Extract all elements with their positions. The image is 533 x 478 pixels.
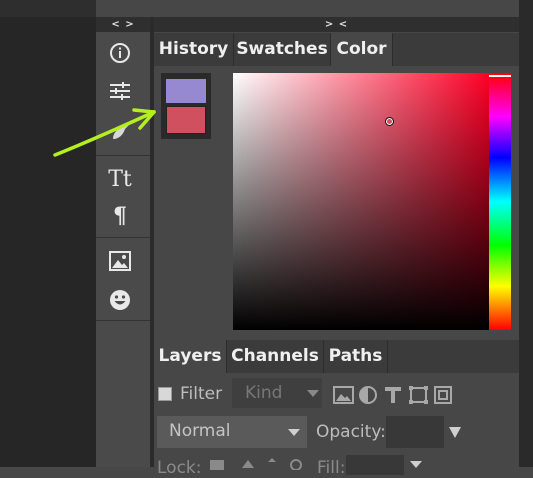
lock-artboard-icon[interactable] bbox=[268, 458, 276, 462]
layers-panel-tabbar: Layers Channels Paths bbox=[154, 340, 519, 373]
canvas-area bbox=[0, 0, 96, 467]
color-picker-cursor[interactable] bbox=[385, 117, 394, 126]
background-color-swatch[interactable] bbox=[166, 106, 206, 134]
lock-pixels-icon[interactable] bbox=[210, 460, 224, 470]
annotation-arrow bbox=[53, 108, 156, 157]
blend-mode-value: Normal bbox=[169, 421, 231, 441]
fill-label: Fill: bbox=[317, 458, 346, 478]
image-filter-icon[interactable] bbox=[333, 386, 354, 404]
fill-input[interactable] bbox=[346, 455, 404, 475]
toolbar-divider bbox=[96, 237, 150, 238]
tab-paths[interactable]: Paths bbox=[324, 340, 388, 373]
info-icon bbox=[110, 43, 130, 63]
smart-object-filter-icon[interactable] bbox=[434, 386, 452, 404]
text-tool[interactable]: Tt bbox=[96, 161, 144, 197]
info-tool[interactable] bbox=[96, 35, 144, 71]
lock-label: Lock: bbox=[157, 458, 202, 478]
blend-mode-select[interactable]: Normal bbox=[157, 416, 307, 448]
image-icon bbox=[109, 251, 131, 271]
paragraph-icon: ¶ bbox=[113, 203, 127, 229]
panel-collapse-button[interactable]: > < bbox=[154, 17, 519, 32]
paragraph-tool[interactable]: ¶ bbox=[96, 198, 144, 234]
text-icon: Tt bbox=[108, 166, 132, 192]
chevron-down-icon bbox=[307, 390, 319, 397]
hue-slider-marker[interactable] bbox=[489, 75, 511, 77]
foreground-color-swatch[interactable] bbox=[166, 79, 206, 103]
opacity-label: Opacity: bbox=[316, 422, 386, 442]
layer-filter-icons bbox=[333, 386, 452, 404]
tab-history[interactable]: History bbox=[154, 33, 234, 66]
adjustment-filter-icon[interactable] bbox=[359, 386, 377, 404]
sv-black-layer bbox=[233, 73, 489, 330]
tab-swatches[interactable]: Swatches bbox=[234, 33, 331, 66]
kind-select[interactable]: Kind bbox=[232, 378, 322, 408]
opacity-dropdown-icon[interactable] bbox=[449, 427, 461, 438]
tab-channels[interactable]: Channels bbox=[227, 340, 324, 373]
lock-option-icons bbox=[210, 458, 302, 470]
tab-color[interactable]: Color bbox=[331, 33, 393, 66]
kind-select-label: Kind bbox=[245, 383, 283, 403]
emoji-icon bbox=[110, 290, 130, 310]
hue-slider[interactable] bbox=[489, 73, 511, 330]
toolbar-divider bbox=[96, 320, 150, 321]
filter-checkbox[interactable] bbox=[158, 387, 172, 401]
opacity-input[interactable] bbox=[386, 416, 444, 448]
filter-label: Filter bbox=[180, 384, 223, 404]
toolbar-collapse-button[interactable]: < > bbox=[96, 17, 150, 32]
panel-scroll-edge bbox=[519, 0, 533, 467]
image-tool[interactable] bbox=[96, 243, 144, 279]
adjustments-icon bbox=[110, 82, 130, 100]
color-panel-tabbar: History Swatches Color bbox=[154, 33, 519, 66]
lock-all-icon[interactable] bbox=[290, 459, 302, 470]
tab-layers[interactable]: Layers bbox=[154, 340, 227, 373]
emoji-tool[interactable] bbox=[96, 282, 144, 318]
shape-filter-icon[interactable] bbox=[409, 386, 428, 404]
type-filter-icon[interactable] bbox=[385, 387, 401, 403]
saturation-brightness-field[interactable] bbox=[233, 73, 489, 330]
chevron-down-icon bbox=[288, 429, 300, 436]
canvas-top-bar bbox=[0, 0, 96, 17]
